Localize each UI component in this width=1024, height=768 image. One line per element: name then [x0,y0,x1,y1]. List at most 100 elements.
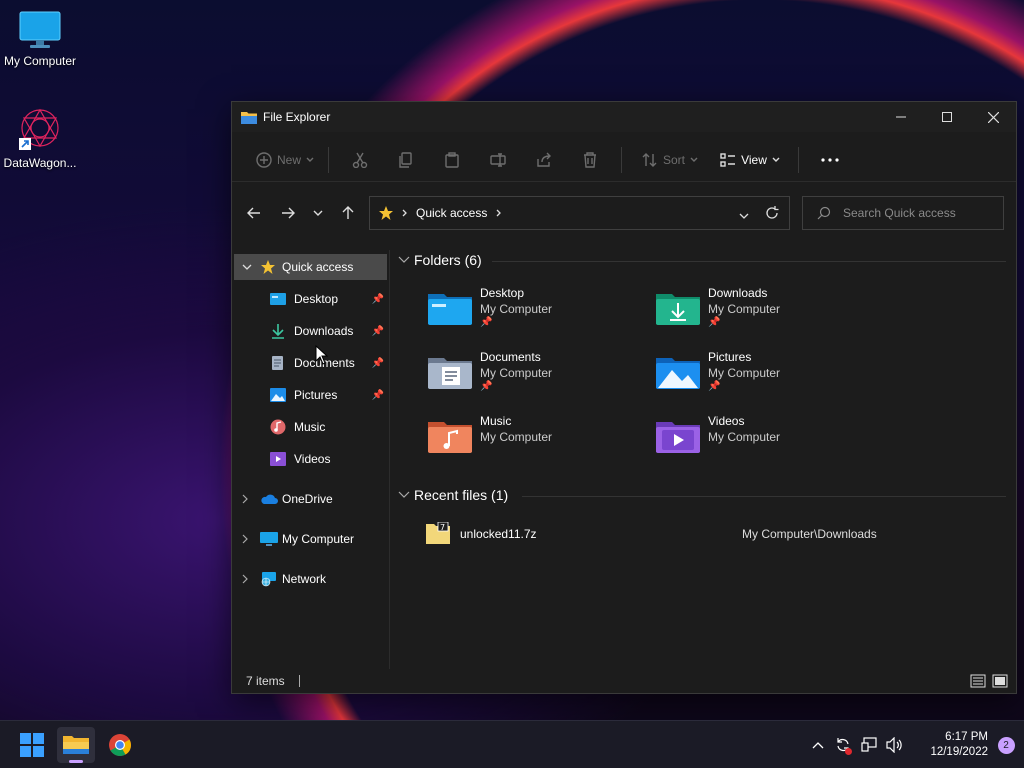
notification-center-button[interactable]: 2 [988,736,1024,754]
recent-file-name: unlocked11.7z [460,527,537,541]
videos-icon [270,452,286,466]
show-hidden-icons-button[interactable] [806,741,830,749]
minimize-icon [896,116,906,118]
nav-item-videos[interactable]: Videos [270,446,388,472]
chevron-right-icon [496,209,502,217]
more-options-button[interactable] [807,144,853,176]
folder-tile-downloads[interactable]: Downloads My Computer 📌 [656,286,876,342]
network-status-button[interactable] [856,737,882,753]
delete-button[interactable] [567,144,613,176]
back-button[interactable] [240,198,268,228]
nav-item-documents[interactable]: Documents 📌 [270,350,388,376]
more-icon [821,157,839,162]
nav-item-onedrive[interactable]: OneDrive [242,486,388,512]
file-explorer-icon [63,736,89,754]
content-pane: Folders (6) Desktop My Computer 📌 Downlo… [392,250,1016,669]
nav-item-music[interactable]: Music [270,414,388,440]
folder-name: Music [480,414,512,428]
clock-date: 12/19/2022 [930,746,988,758]
folder-location: My Computer [708,302,781,316]
downloads-folder-icon [656,294,700,325]
pin-icon: 📌 [480,381,493,392]
status-bar: 7 items [232,669,1016,693]
folder-name: Desktop [480,286,525,300]
nav-item-my-computer[interactable]: My Computer [242,526,388,552]
recent-locations-button[interactable] [304,198,332,228]
folder-tile-documents[interactable]: Documents My Computer 📌 [428,350,648,406]
nav-label: My Computer [282,532,355,546]
sort-button[interactable]: Sort [630,144,710,176]
recent-section-header[interactable]: Recent files (1) [398,487,508,503]
start-button[interactable] [13,727,51,763]
sync-status-button[interactable] [830,737,856,755]
active-indicator [69,760,83,763]
address-bar[interactable]: Quick access [369,196,790,230]
details-view-button[interactable] [970,673,986,692]
minimize-button[interactable] [878,102,924,132]
share-icon [537,152,551,167]
nav-label: Downloads [294,324,354,338]
chevron-down-icon [306,157,314,162]
forward-button[interactable] [274,198,302,228]
navigation-row: Quick access Search Quick access [232,196,1016,230]
nav-label: Network [282,572,327,586]
nav-item-desktop[interactable]: Desktop 📌 [270,286,388,312]
recent-file-row[interactable]: 7 unlocked11.7z My Computer\Downloads [426,520,1006,548]
view-button[interactable]: View [710,144,790,176]
taskbar-file-explorer[interactable] [57,727,95,763]
folder-tile-videos[interactable]: Videos My Computer [656,414,876,470]
desktop-icon-my-computer[interactable]: My Computer [0,10,80,68]
desktop-icon-datawagon[interactable]: DataWagon... [0,106,80,170]
clipboard-icon [445,151,459,168]
new-button[interactable]: New [250,144,320,176]
rename-icon [490,152,506,167]
system-tray: 6:17 PM 12/19/2022 2 [806,721,1024,768]
volume-button[interactable] [882,737,908,753]
toolbar-divider [798,146,799,173]
nav-label: Quick access [282,260,354,274]
address-dropdown-button[interactable] [739,208,749,222]
folder-icon [241,112,257,124]
view-label: View [741,152,767,167]
cloud-icon [261,494,278,504]
nav-item-network[interactable]: Network [242,566,388,592]
nav-item-pictures[interactable]: Pictures 📌 [270,382,388,408]
windows-logo-icon [20,733,44,757]
search-placeholder: Search Quick access [843,206,956,220]
nav-item-downloads[interactable]: Downloads 📌 [270,318,388,344]
copy-button[interactable] [383,144,429,176]
cut-button[interactable] [337,144,383,176]
chevron-down-icon [398,256,410,263]
nav-quick-access[interactable]: Quick access [234,254,387,280]
taskbar-chrome[interactable] [101,727,139,763]
folder-tile-music[interactable]: Music My Computer [428,414,648,470]
item-count: 7 items [246,674,285,688]
paste-button[interactable] [429,144,475,176]
refresh-button[interactable] [765,206,779,223]
close-button[interactable] [970,102,1016,132]
rename-button[interactable] [475,144,521,176]
share-button[interactable] [521,144,567,176]
nav-label: Videos [294,452,331,466]
folders-section-header[interactable]: Folders (6) [398,252,482,268]
svg-text:7: 7 [440,523,445,532]
mouse-cursor-icon [315,345,329,365]
refresh-icon [766,206,779,219]
folder-tile-desktop[interactable]: Desktop My Computer 📌 [428,286,648,342]
music-icon [270,419,286,435]
toolbar-divider [621,146,622,173]
up-button[interactable] [334,198,362,228]
nav-label: Pictures [294,388,338,402]
status-divider [298,675,300,687]
tiles-view-button[interactable] [992,673,1008,692]
clock-button[interactable]: 6:17 PM 12/19/2022 [912,730,988,760]
taskbar: 6:17 PM 12/19/2022 2 [0,720,1024,768]
folder-tile-pictures[interactable]: Pictures My Computer 📌 [656,350,876,406]
maximize-button[interactable] [924,102,970,132]
recent-file-path: My Computer\Downloads [742,527,877,541]
star-icon [379,206,393,220]
chevron-right-icon [242,574,248,584]
arrow-up-icon [342,206,354,219]
desktop-folder-icon [428,294,472,325]
search-box[interactable]: Search Quick access [802,196,1004,230]
